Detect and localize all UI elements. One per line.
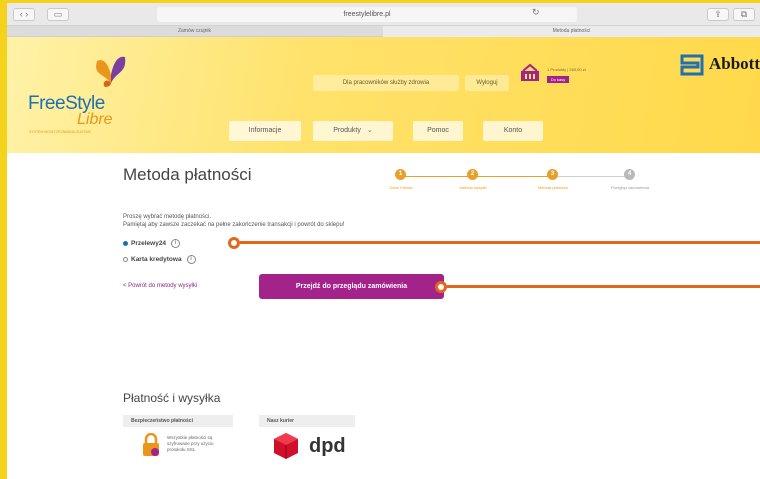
step-2-label: Metoda wysyłki bbox=[459, 185, 487, 190]
info-icon[interactable]: i bbox=[186, 255, 196, 264]
step-2-dot: 2 bbox=[467, 169, 478, 180]
radio-credit-card[interactable] bbox=[123, 257, 128, 262]
payment-option-label: Karta kredytowa bbox=[131, 256, 182, 264]
progress-line bbox=[553, 176, 625, 177]
payment-option-credit-card[interactable]: Karta kredytowa i bbox=[123, 255, 196, 265]
tab-payment-method[interactable]: Metoda płatności bbox=[383, 26, 760, 37]
courier-card-header: Nasz kurier bbox=[259, 415, 355, 427]
go-to-order-review-button[interactable]: Przejdź do przeglądu zamówienia bbox=[259, 274, 444, 299]
butterfly-logo-icon bbox=[96, 56, 126, 87]
step-4-label: Przegląd zamówienia bbox=[610, 185, 650, 190]
security-card-header: Bezpieczeństwo płatności bbox=[123, 415, 233, 427]
tab-bar: Zamów czujnik Metoda płatności bbox=[7, 26, 760, 37]
nav-info-label: Informacje bbox=[248, 127, 282, 134]
share-icon[interactable]: ⇪ bbox=[707, 8, 729, 21]
tab-order[interactable]: Zamów czujnik bbox=[7, 26, 382, 37]
reload-icon[interactable]: ↻ bbox=[532, 7, 540, 18]
payment-option-przelewy24[interactable]: Przelewy24 i bbox=[123, 239, 181, 249]
browser-window: ‹ › ▭ freestylelibre.pl ↻ ⇪ ⧉ Zamów czuj… bbox=[7, 3, 760, 479]
callout-marker bbox=[228, 237, 240, 249]
tabs-overview-icon[interactable]: ⧉ bbox=[733, 8, 755, 21]
section-title: Płatność i wysyłka bbox=[123, 391, 221, 405]
browser-toolbar: ‹ › ▭ freestylelibre.pl ↻ ⇪ ⧉ bbox=[7, 3, 760, 26]
step-3-dot: 3 bbox=[547, 169, 558, 180]
page-title: Metoda płatności bbox=[123, 165, 252, 184]
chevron-down-icon: ⌄ bbox=[366, 127, 373, 134]
back-to-shipping-link[interactable]: < Powrót do metody wysyłki bbox=[123, 283, 197, 289]
nav-products[interactable]: Produkty ⌄ bbox=[313, 121, 393, 141]
lock-icon bbox=[143, 433, 159, 456]
logout-button[interactable]: Wyloguj bbox=[465, 75, 509, 91]
checkout-button[interactable]: Do kasy bbox=[547, 76, 569, 83]
abbott-logo-icon bbox=[680, 54, 704, 76]
logo-tagline: SYSTEM MONITOROWANIA GLIKEMII bbox=[29, 130, 91, 134]
callout-marker bbox=[435, 281, 447, 293]
dpd-logo-icon bbox=[274, 433, 298, 459]
instruction-line-1: Proszę wybrać metodę płatności. bbox=[123, 214, 212, 220]
courier-name: dpd bbox=[309, 435, 346, 457]
abbott-brand[interactable]: Abbott bbox=[709, 54, 760, 74]
radio-przelewy24[interactable] bbox=[123, 241, 128, 246]
logo-libre[interactable]: Libre bbox=[77, 111, 113, 129]
nav-help[interactable]: Pomoc bbox=[413, 121, 463, 141]
nav-products-label: Produkty bbox=[333, 127, 361, 134]
step-4-dot: 4 bbox=[624, 169, 635, 180]
site-header: FreeStyle Libre SYSTEM MONITOROWANIA GLI… bbox=[7, 37, 760, 153]
cart-summary: 1 Produkty | 269,00 zł bbox=[547, 67, 586, 72]
nav-account-label: Konto bbox=[503, 127, 523, 134]
nav-info[interactable]: Informacje bbox=[229, 121, 301, 141]
info-icon[interactable]: i bbox=[171, 239, 181, 248]
cart-icon[interactable] bbox=[519, 63, 541, 83]
callout-line bbox=[240, 241, 760, 244]
payment-instructions: Proszę wybrać metodę płatności. Pamiętaj… bbox=[123, 213, 344, 229]
back-icon[interactable]: ‹ › bbox=[13, 8, 35, 21]
security-text: Wszystkie płatności są szyfrowane przy u… bbox=[167, 435, 214, 452]
payment-option-label: Przelewy24 bbox=[131, 240, 167, 248]
health-professionals-link[interactable]: Dla pracowników służby zdrowia bbox=[313, 75, 459, 91]
address-bar[interactable]: freestylelibre.pl bbox=[157, 7, 577, 22]
sidebar-icon[interactable]: ▭ bbox=[47, 8, 69, 21]
progress-line bbox=[473, 176, 553, 177]
nav-account[interactable]: Konto bbox=[483, 121, 543, 141]
step-1-label: Dane Klienta bbox=[389, 185, 413, 190]
progress-line bbox=[401, 176, 473, 177]
step-1-dot: 1 bbox=[395, 169, 406, 180]
callout-line bbox=[447, 285, 760, 288]
nav-help-label: Pomoc bbox=[427, 127, 449, 134]
step-3-label: Metoda płatności bbox=[537, 185, 569, 190]
instruction-line-2: Pamiętaj aby zawsze zaczekać na pełne za… bbox=[123, 222, 345, 228]
